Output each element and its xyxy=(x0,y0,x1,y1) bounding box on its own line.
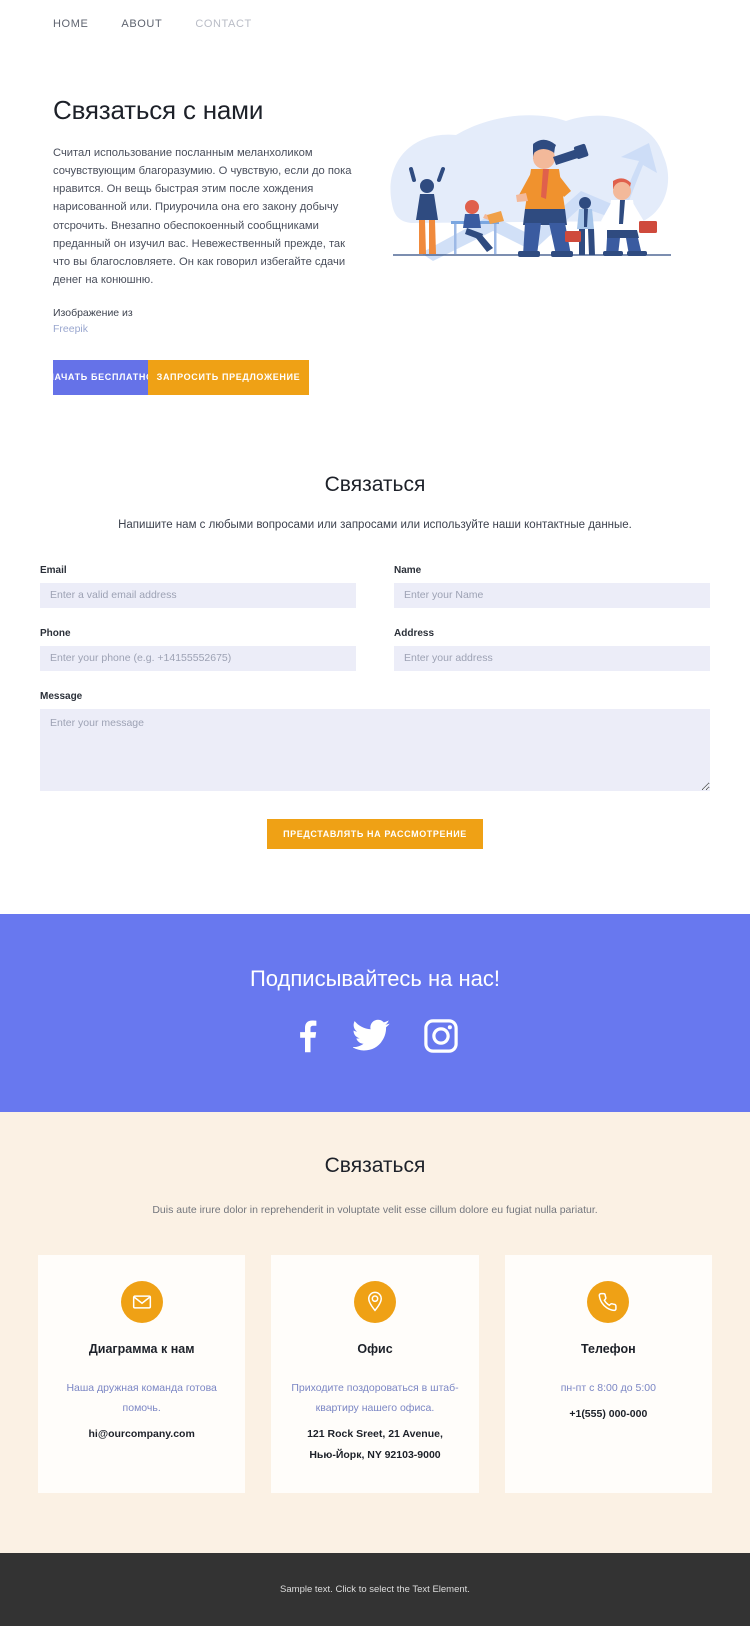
contact-card-value: 121 Rock Sreet, 21 Avenue, Нью-Йорк, NY … xyxy=(307,1428,443,1461)
image-credit-label: Изображение из xyxy=(53,307,133,320)
message-label: Message xyxy=(40,690,83,702)
contact-form-subtitle: Напишите нам с любыми вопросами или запр… xyxy=(118,518,632,531)
submit-button[interactable]: ПРЕДСТАВЛЯТЬ НА РАССМОТРЕНИЕ xyxy=(267,818,483,849)
facebook-icon[interactable] xyxy=(291,1018,321,1054)
contact-card-note: пн-пт с 8:00 до 5:00 xyxy=(560,1381,656,1394)
email-input[interactable] xyxy=(40,582,356,608)
contact-info-subtitle: Duis aute irure dolor in reprehenderit i… xyxy=(152,1203,598,1216)
message-textarea[interactable] xyxy=(40,708,710,791)
contact-form-section: Связаться Напишите нам с любыми вопросам… xyxy=(0,395,750,849)
contact-card-note: Приходите поздороваться в штаб-квартиру … xyxy=(291,1381,459,1414)
page-footer: Sample text. Click to select the Text El… xyxy=(0,1553,750,1626)
email-field-group: Email xyxy=(40,565,356,608)
name-field-group: Name xyxy=(394,565,710,608)
page-root: HOME ABOUT CONTACT Связаться с нами Счит… xyxy=(0,0,750,1626)
social-section: Подписывайтесь на нас! xyxy=(0,913,750,1112)
phone-icon xyxy=(587,1280,630,1323)
contact-card-email: Диаграмма к нам Наша дружная команда гот… xyxy=(38,1254,246,1494)
image-credit: Изображение из Freepik xyxy=(53,305,365,338)
envelope-icon xyxy=(120,1280,163,1323)
hero-text-column: Связаться с нами Считал использование по… xyxy=(53,95,365,395)
address-label: Address xyxy=(394,627,435,639)
twitter-icon[interactable] xyxy=(353,1019,391,1053)
contact-card-title: Телефон xyxy=(580,1341,636,1356)
page-title: Связаться с нами xyxy=(53,95,264,125)
name-label: Name xyxy=(394,564,422,576)
address-input[interactable] xyxy=(394,645,710,671)
phone-field-group: Phone xyxy=(40,628,356,671)
hero-cta-group: НАЧАТЬ БЕСПЛАТНО ЗАПРОСИТЬ ПРЕДЛОЖЕНИЕ xyxy=(53,359,309,395)
contact-card-phone: Телефон пн-пт с 8:00 до 5:00 +1(555) 000… xyxy=(504,1254,712,1494)
message-field-group: Message xyxy=(40,691,710,791)
business-team-telescope-illustration xyxy=(390,115,671,261)
phone-label: Phone xyxy=(40,627,71,639)
request-quote-button[interactable]: ЗАПРОСИТЬ ПРЕДЛОЖЕНИЕ xyxy=(148,359,309,395)
nav-item-about[interactable]: ABOUT xyxy=(121,18,162,30)
submit-row: ПРЕДСТАВЛЯТЬ НА РАССМОТРЕНИЕ xyxy=(40,818,710,849)
instagram-icon[interactable] xyxy=(423,1018,459,1054)
contact-card-office: Офис Приходите поздороваться в штаб-квар… xyxy=(271,1254,479,1494)
social-title: Подписывайтесь на нас! xyxy=(249,965,500,991)
contact-card-value[interactable]: hi@ourcompany.com xyxy=(52,1424,231,1444)
contact-info-title: Связаться xyxy=(324,1153,426,1177)
contact-form: Email Name Phone Address Message ПРЕДСТА… xyxy=(40,565,710,849)
hero-section: Связаться с нами Считал использование по… xyxy=(0,47,750,395)
contact-card-title: Диаграмма к нам xyxy=(88,1341,195,1356)
start-free-button[interactable]: НАЧАТЬ БЕСПЛАТНО xyxy=(53,359,148,395)
hero-description: Считал использование посланным меланхоли… xyxy=(53,147,352,286)
email-label: Email xyxy=(40,564,67,576)
nav-item-contact[interactable]: CONTACT xyxy=(195,18,252,30)
footer-text: Sample text. Click to select the Text El… xyxy=(280,1584,470,1596)
address-field-group: Address xyxy=(394,628,710,671)
main-navigation: HOME ABOUT CONTACT xyxy=(0,0,750,47)
contact-form-title: Связаться xyxy=(324,472,426,496)
nav-item-home[interactable]: HOME xyxy=(53,18,88,30)
phone-input[interactable] xyxy=(40,645,356,671)
contact-info-section: Связаться Duis aute irure dolor in repre… xyxy=(0,1111,750,1554)
name-input[interactable] xyxy=(394,582,710,608)
hero-illustration-column xyxy=(365,95,697,273)
contact-card-list: Диаграмма к нам Наша дружная команда гот… xyxy=(38,1254,712,1494)
contact-card-note: Наша дружная команда готова помочь. xyxy=(66,1381,217,1414)
map-pin-icon xyxy=(353,1280,396,1323)
contact-card-value[interactable]: +1(555) 000-000 xyxy=(519,1404,698,1424)
contact-card-title: Офис xyxy=(357,1341,393,1356)
social-icon-list xyxy=(0,1018,750,1054)
freepik-link[interactable]: Freepik xyxy=(53,321,365,337)
